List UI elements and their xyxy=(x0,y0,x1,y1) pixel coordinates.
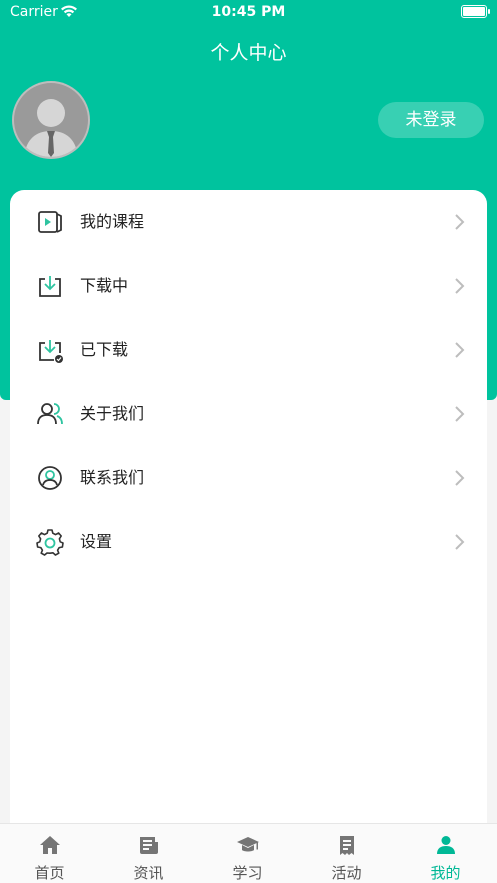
chevron-right-icon xyxy=(455,214,465,230)
tab-label: 学习 xyxy=(232,864,263,882)
downloaded-icon xyxy=(39,340,63,363)
menu-item-contact-us[interactable]: 联系我们 xyxy=(10,446,487,510)
person-icon xyxy=(437,836,455,854)
menu-item-label: 已下载 xyxy=(80,340,129,359)
menu-item-label: 联系我们 xyxy=(80,468,145,487)
tab-label: 资讯 xyxy=(133,864,164,882)
clock: 10:45 PM xyxy=(211,4,286,20)
tab-label: 活动 xyxy=(331,864,362,882)
chevron-right-icon xyxy=(455,278,465,294)
tab-bar: 首页 资讯 学习 活动 我的 xyxy=(0,823,497,883)
home-icon xyxy=(40,836,60,854)
menu-item-about-us[interactable]: 关于我们 xyxy=(10,382,487,446)
status-bar: Carrier 10:45 PM xyxy=(0,0,497,26)
tab-home[interactable]: 首页 xyxy=(0,824,99,883)
battery-icon xyxy=(461,5,490,18)
receipt-icon xyxy=(340,836,354,855)
chevron-right-icon xyxy=(455,342,465,358)
tab-label: 首页 xyxy=(34,864,65,882)
default-avatar-icon xyxy=(24,99,78,157)
menu-item-label: 关于我们 xyxy=(80,404,145,423)
login-button[interactable]: 未登录 xyxy=(378,102,484,138)
contact-icon xyxy=(38,466,62,490)
tab-label: 我的 xyxy=(430,864,461,882)
users-icon xyxy=(37,403,63,425)
menu-card: 我的课程 下载中 已下载 关于我们 联系我们 设置 xyxy=(10,190,487,840)
chevron-right-icon xyxy=(455,534,465,550)
tab-news[interactable]: 资讯 xyxy=(99,824,198,883)
menu-item-label: 设置 xyxy=(80,532,113,551)
tab-activities[interactable]: 活动 xyxy=(297,824,396,883)
graduation-cap-icon xyxy=(237,837,259,852)
menu-item-label: 下载中 xyxy=(80,276,129,295)
download-icon xyxy=(39,276,61,297)
play-video-icon xyxy=(38,211,62,233)
chevron-right-icon xyxy=(455,470,465,486)
menu-item-label: 我的课程 xyxy=(80,212,145,231)
tab-learn[interactable]: 学习 xyxy=(198,824,297,883)
page-title: 个人中心 xyxy=(210,42,287,64)
menu-item-downloaded[interactable]: 已下载 xyxy=(10,318,487,382)
menu-item-my-courses[interactable]: 我的课程 xyxy=(10,190,487,254)
menu-item-settings[interactable]: 设置 xyxy=(10,510,487,574)
gear-icon xyxy=(36,529,64,556)
chevron-right-icon xyxy=(455,406,465,422)
news-icon xyxy=(140,837,158,854)
tab-mine[interactable]: 我的 xyxy=(396,824,495,883)
menu-item-downloading[interactable]: 下载中 xyxy=(10,254,487,318)
avatar[interactable] xyxy=(12,81,90,159)
